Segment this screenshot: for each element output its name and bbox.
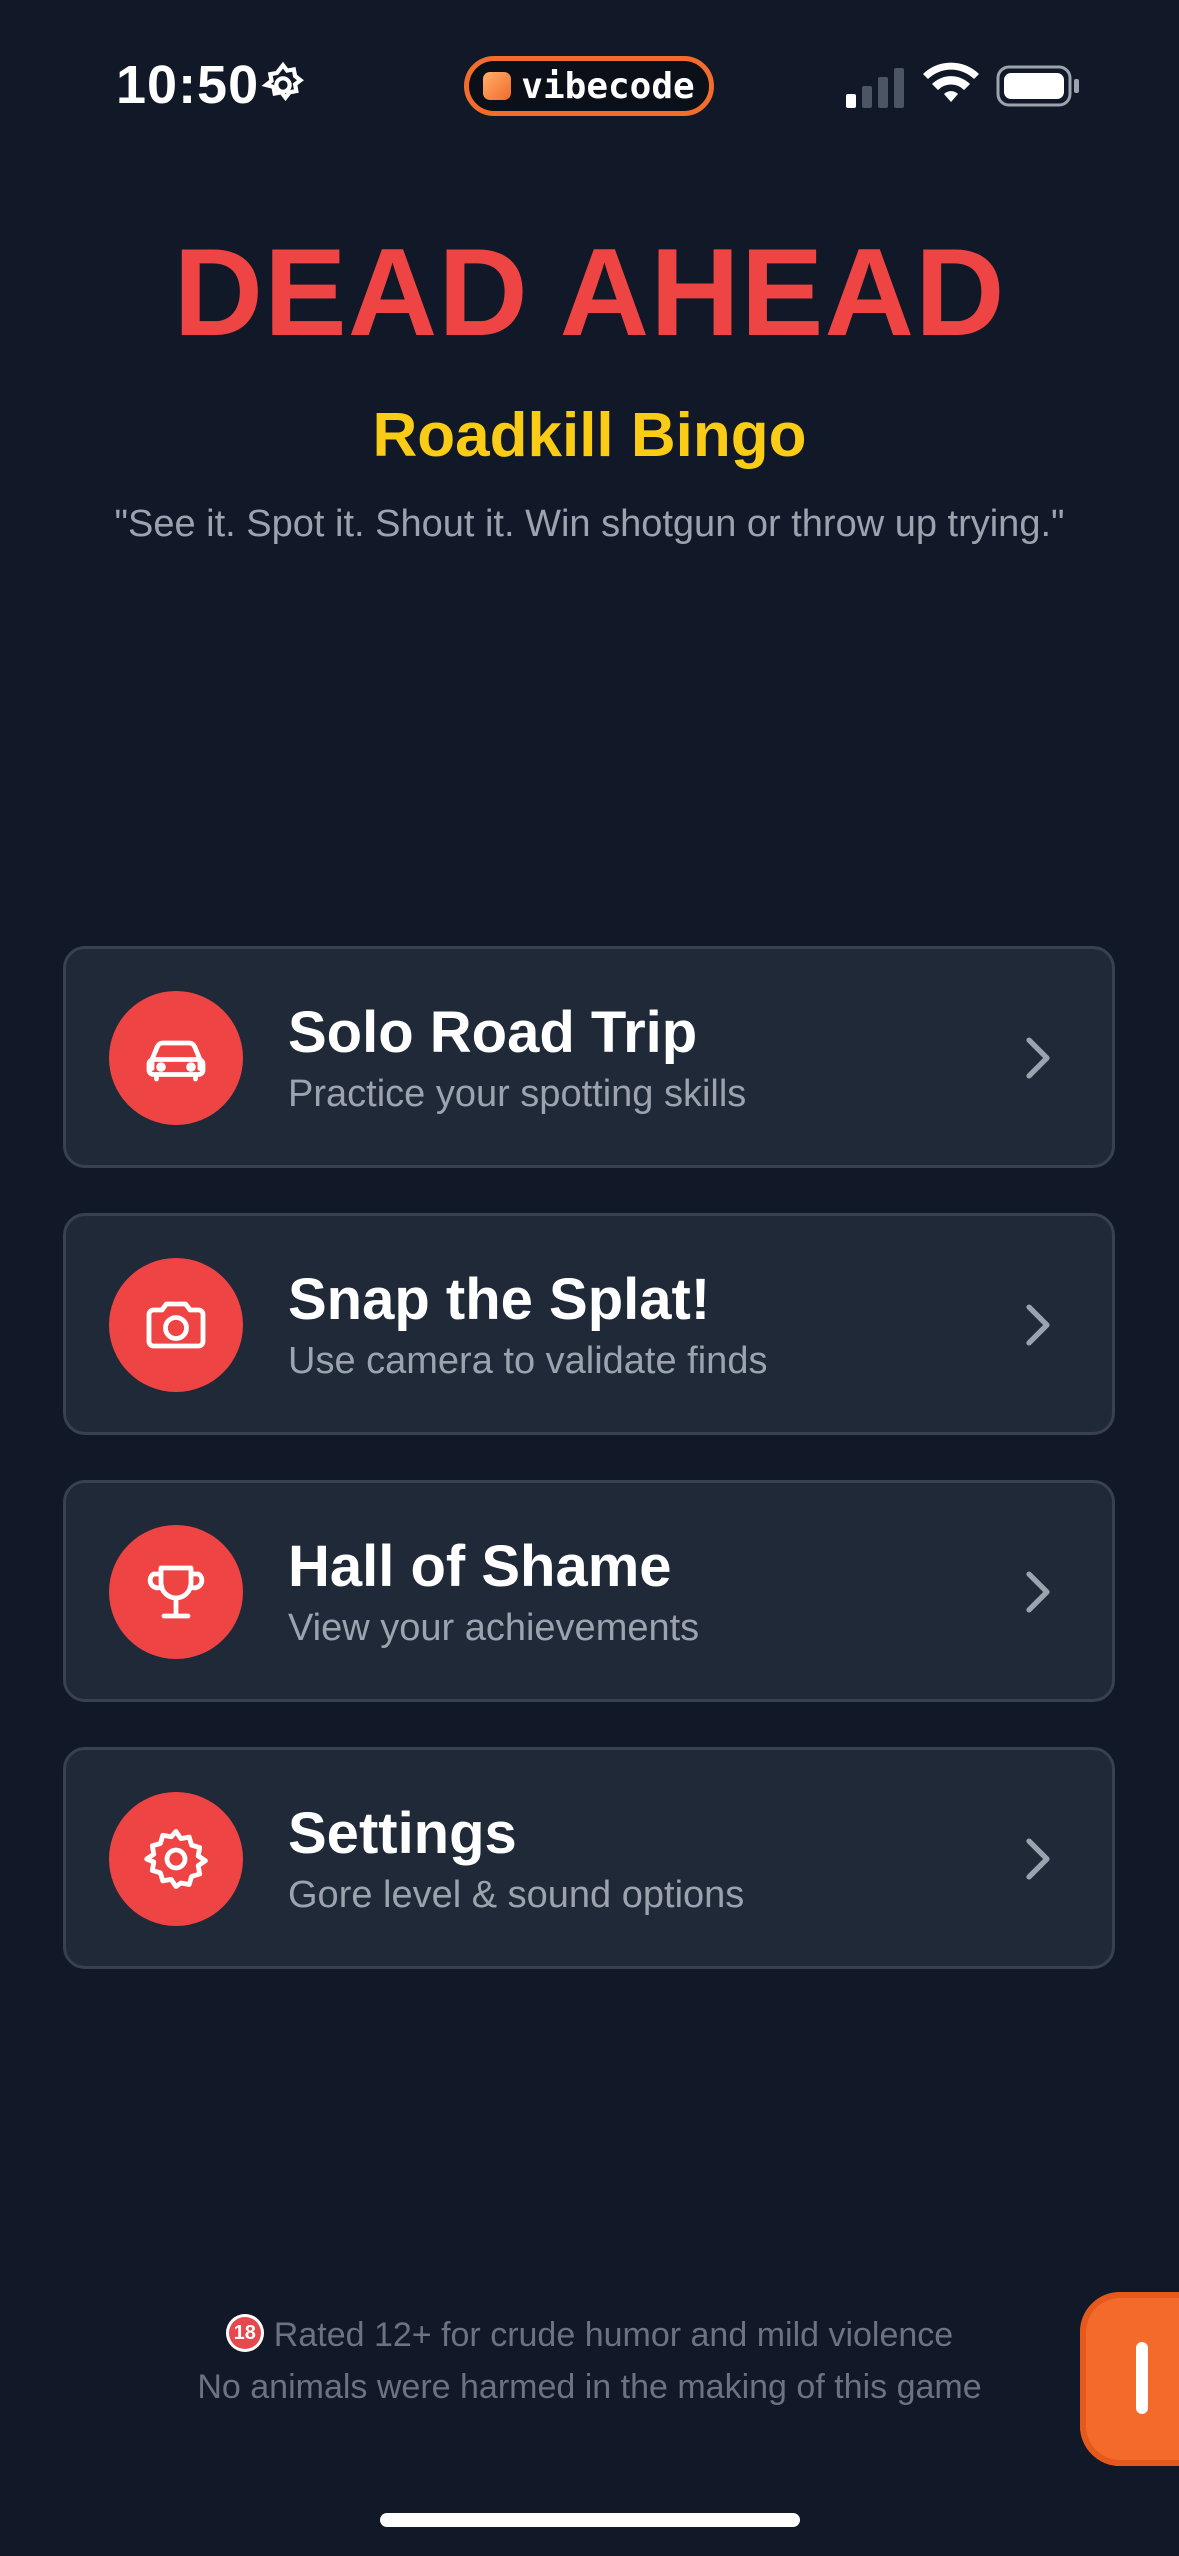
menu-title: Snap the Splat! — [288, 1267, 711, 1332]
trophy-icon — [109, 1525, 243, 1659]
tagline: "See it. Spot it. Shout it. Win shotgun … — [114, 503, 1065, 545]
vibecode-logo-icon — [483, 72, 512, 100]
car-icon — [109, 991, 243, 1125]
floating-drawer-handle[interactable] — [1080, 2292, 1179, 2466]
vibecode-label: vibecode — [521, 65, 695, 107]
chevron-right-icon — [1026, 1571, 1050, 1613]
menu-subtitle: Use camera to validate finds — [288, 1340, 768, 1382]
vibecode-pill[interactable]: vibecode — [464, 56, 714, 116]
menu-subtitle: Gore level & sound options — [288, 1874, 745, 1916]
age-rating-badge-icon: 18 — [225, 2314, 264, 2353]
battery-icon — [996, 65, 1079, 107]
home-indicator[interactable] — [380, 2513, 800, 2527]
gear-status-icon — [261, 61, 304, 102]
app-title: DEAD AHEAD — [173, 224, 1006, 362]
chevron-right-icon — [1026, 1304, 1050, 1346]
menu-title: Solo Road Trip — [288, 1000, 698, 1065]
camera-icon — [109, 1258, 243, 1392]
app-subtitle: Roadkill Bingo — [372, 401, 807, 470]
drawer-handle-bar-icon — [1136, 2342, 1148, 2414]
menu-subtitle: Practice your spotting skills — [288, 1073, 747, 1115]
menu-subtitle: View your achievements — [288, 1607, 700, 1649]
rating-text: Rated 12+ for crude humor and mild viole… — [273, 2316, 954, 2354]
chevron-right-icon — [1026, 1838, 1050, 1880]
disclaimer-text: No animals were harmed in the making of … — [197, 2368, 982, 2406]
chevron-right-icon — [1026, 1037, 1050, 1079]
menu-hall-of-shame[interactable]: Hall of Shame View your achievements — [63, 1480, 1115, 1702]
gear-icon — [109, 1792, 243, 1926]
menu-solo-road-trip[interactable]: Solo Road Trip Practice your spotting sk… — [63, 946, 1115, 1168]
wifi-icon — [923, 62, 979, 102]
rating-notice: 18 Rated 12+ for crude humor and mild vio… — [0, 2314, 1179, 2356]
menu-title: Hall of Shame — [288, 1534, 672, 1599]
menu-title: Settings — [288, 1801, 517, 1866]
menu-snap-the-splat[interactable]: Snap the Splat! Use camera to validate f… — [63, 1213, 1115, 1435]
cellular-signal-icon — [846, 68, 904, 108]
menu-settings[interactable]: Settings Gore level & sound options — [63, 1747, 1115, 1969]
status-time: 10:50 — [116, 55, 260, 115]
